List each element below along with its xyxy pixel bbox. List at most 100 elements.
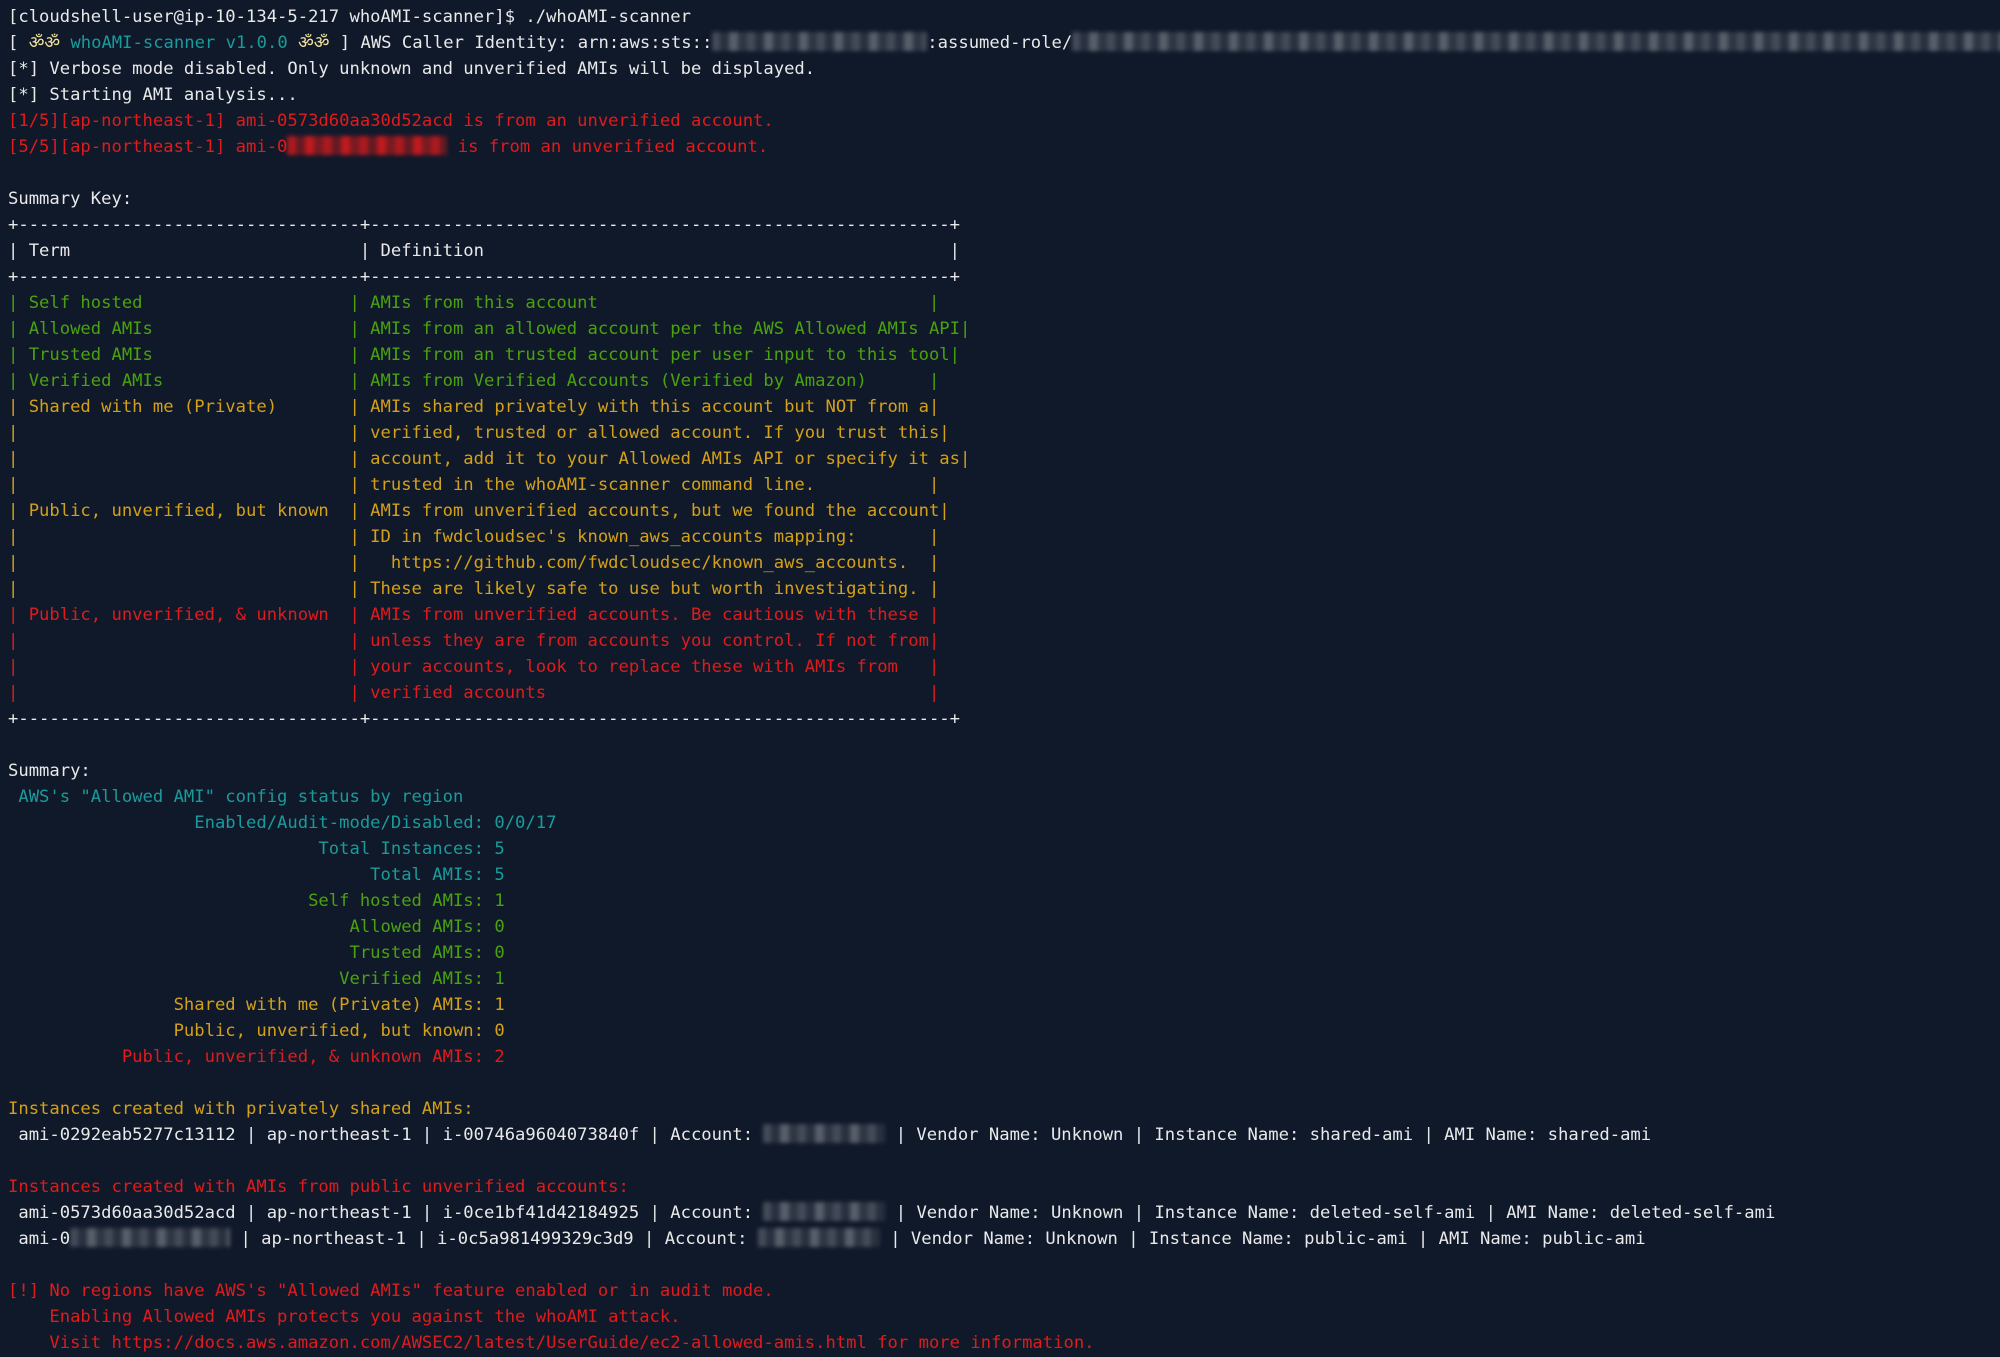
table-rule-bottom: +---------------------------------+-----… bbox=[8, 706, 2000, 732]
table-row: | | your accounts, look to replace these… bbox=[8, 657, 940, 677]
summary-heading: Summary: bbox=[8, 761, 91, 781]
table-row-6-1: | | unless they are from accounts you co… bbox=[8, 628, 2000, 654]
footer-warning-text: [!] No regions have AWS's "Allowed AMIs"… bbox=[8, 1281, 774, 1301]
summary-stat: Public, unverified, & unknown AMIs: 2 bbox=[8, 1047, 505, 1067]
summary-stat: Self hosted AMIs: 1 bbox=[8, 891, 505, 911]
redacted-value bbox=[712, 32, 928, 51]
table-row-4-0: | Shared with me (Private) | AMIs shared… bbox=[8, 394, 2000, 420]
banner-line: [ ॐॐ whoAMI-scanner v1.0.0 ॐॐ ] AWS Call… bbox=[8, 30, 2000, 56]
table-rule-top: +---------------------------------+-----… bbox=[8, 212, 2000, 238]
summary-stat: Total AMIs: 5 bbox=[8, 865, 505, 885]
redacted-value bbox=[757, 1228, 880, 1247]
table-row-5-1: | | ID in fwdcloudsec's known_aws_accoun… bbox=[8, 524, 2000, 550]
table-row-2-0: | Trusted AMIs | AMIs from an trusted ac… bbox=[8, 342, 2000, 368]
summary-stat: Shared with me (Private) AMIs: 1 bbox=[8, 995, 505, 1015]
instance-row-left: | ap-northeast-1 | i-0ce1bf41d42184925 |… bbox=[235, 1203, 764, 1223]
table-row-4-1: | | verified, trusted or allowed account… bbox=[8, 420, 2000, 446]
table-row: | | These are likely safe to use but wor… bbox=[8, 579, 940, 599]
table-rule: +---------------------------------+-----… bbox=[8, 267, 960, 287]
table-row: | | unless they are from accounts you co… bbox=[8, 631, 940, 651]
banner-bracket-open: [ bbox=[8, 33, 29, 53]
table-row-4-2: | | account, add it to your Allowed AMIs… bbox=[8, 446, 2000, 472]
summary-stat-7: Shared with me (Private) AMIs: 1 bbox=[8, 992, 2000, 1018]
table-row: | Public, unverified, & unknown | AMIs f… bbox=[8, 605, 940, 625]
table-row: | | ID in fwdcloudsec's known_aws_accoun… bbox=[8, 527, 940, 547]
table-row-6-2: | | your accounts, look to replace these… bbox=[8, 654, 2000, 680]
table-row: | | account, add it to your Allowed AMIs… bbox=[8, 449, 971, 469]
public-unverified-row-1: ami-0 | ap-northeast-1 | i-0c5a981499329… bbox=[8, 1226, 2000, 1252]
eyes-icon: ॐॐ bbox=[298, 33, 330, 53]
instance-row-right: | Vendor Name: Unknown | Instance Name: … bbox=[885, 1125, 1652, 1145]
shell-command: ./whoAMI-scanner bbox=[525, 7, 691, 27]
table-row: | | verified, trusted or allowed account… bbox=[8, 423, 950, 443]
instance-row-right: | Vendor Name: Unknown | Instance Name: … bbox=[879, 1229, 1646, 1249]
table-rule: +---------------------------------+-----… bbox=[8, 215, 960, 235]
summary-stat: Enabled/Audit-mode/Disabled: 0/0/17 bbox=[8, 813, 557, 833]
instance-row-right: | Vendor Name: Unknown | Instance Name: … bbox=[885, 1203, 1776, 1223]
footer-warning-1: Enabling Allowed AMIs protects you again… bbox=[8, 1304, 2000, 1330]
private-shared-row-0: ami-0292eab5277c13112 | ap-northeast-1 |… bbox=[8, 1122, 2000, 1148]
table-row-5-3: | | These are likely safe to use but wor… bbox=[8, 576, 2000, 602]
table-row: | Public, unverified, but known | AMIs f… bbox=[8, 501, 950, 521]
table-header: | Term | Definition | bbox=[8, 241, 960, 261]
summary-stat-1: Total Instances: 5 bbox=[8, 836, 2000, 862]
tool-name-version: whoAMI-scanner v1.0.0 bbox=[60, 33, 299, 53]
private-shared-heading: Instances created with privately shared … bbox=[8, 1096, 2000, 1122]
redacted-value bbox=[1072, 32, 2000, 51]
table-header-row: | Term | Definition | bbox=[8, 238, 2000, 264]
summary-stat-5: Trusted AMIs: 0 bbox=[8, 940, 2000, 966]
instance-row-left: ami-0292eab5277c13112 | ap-northeast-1 |… bbox=[8, 1125, 764, 1145]
table-row: | Verified AMIs | AMIs from Verified Acc… bbox=[8, 371, 940, 391]
footer-warning-2: Visit https://docs.aws.amazon.com/AWSEC2… bbox=[8, 1330, 2000, 1356]
instance-row-left: | ap-northeast-1 | i-0c5a981499329c3d9 |… bbox=[230, 1229, 758, 1249]
finding-prefix: [5/5][ap-northeast-1] ami-0 bbox=[8, 137, 288, 157]
redacted-value bbox=[763, 1202, 886, 1221]
summary-stat-0: Enabled/Audit-mode/Disabled: 0/0/17 bbox=[8, 810, 2000, 836]
footer-warning-text: Visit https://docs.aws.amazon.com/AWSEC2… bbox=[8, 1333, 1095, 1353]
status-line-0: [*] Verbose mode disabled. Only unknown … bbox=[8, 56, 2000, 82]
unverified-finding-1: [5/5][ap-northeast-1] ami-0 is from an u… bbox=[8, 134, 2000, 160]
table-row-3-0: | Verified AMIs | AMIs from Verified Acc… bbox=[8, 368, 2000, 394]
footer-warning-0: [!] No regions have AWS's "Allowed AMIs"… bbox=[8, 1278, 2000, 1304]
terminal-window: [cloudshell-user@ip-10-134-5-217 whoAMI-… bbox=[0, 0, 2000, 1357]
section-heading-private-shared: Instances created with privately shared … bbox=[8, 1099, 474, 1119]
public-unverified-heading: Instances created with AMIs from public … bbox=[8, 1174, 2000, 1200]
table-row: | Shared with me (Private) | AMIs shared… bbox=[8, 397, 940, 417]
banner-bracket-close: ] bbox=[329, 33, 361, 53]
config-status-line: AWS's "Allowed AMI" config status by reg… bbox=[8, 784, 2000, 810]
table-row: | Allowed AMIs | AMIs from an allowed ac… bbox=[8, 319, 971, 339]
table-row-0-0: | Self hosted | AMIs from this account | bbox=[8, 290, 2000, 316]
eyes-icon: ॐॐ bbox=[28, 33, 61, 53]
caller-identity-label: AWS Caller Identity: arn:aws:sts:: bbox=[360, 33, 713, 53]
summary-stat-9: Public, unverified, & unknown AMIs: 2 bbox=[8, 1044, 2000, 1070]
table-row-6-0: | Public, unverified, & unknown | AMIs f… bbox=[8, 602, 2000, 628]
table-rule-mid: +---------------------------------+-----… bbox=[8, 264, 2000, 290]
summary-stat: Verified AMIs: 1 bbox=[8, 969, 505, 989]
finding-suffix: is from an unverified account. bbox=[447, 137, 769, 157]
table-row-5-2: | | https://github.com/fwdcloudsec/known… bbox=[8, 550, 2000, 576]
summary-stat-2: Total AMIs: 5 bbox=[8, 862, 2000, 888]
finding-suffix: is from an unverified account. bbox=[452, 111, 774, 131]
table-row-5-0: | Public, unverified, but known | AMIs f… bbox=[8, 498, 2000, 524]
caller-identity-role: :assumed-role/ bbox=[927, 33, 1073, 53]
status-text: [*] Verbose mode disabled. Only unknown … bbox=[8, 59, 816, 79]
unverified-finding-0: [1/5][ap-northeast-1] ami-0573d60aa30d52… bbox=[8, 108, 2000, 134]
summary-stat-6: Verified AMIs: 1 bbox=[8, 966, 2000, 992]
config-status-title: AWS's "Allowed AMI" config status by reg… bbox=[8, 787, 464, 807]
finding-prefix: [1/5][ap-northeast-1] ami-0573d60aa30d52… bbox=[8, 111, 453, 131]
table-row: | Self hosted | AMIs from this account | bbox=[8, 293, 940, 313]
public-unverified-row-0: ami-0573d60aa30d52acd | ap-northeast-1 |… bbox=[8, 1200, 2000, 1226]
redacted-value bbox=[763, 1124, 886, 1143]
summary-stat: Total Instances: 5 bbox=[8, 839, 505, 859]
table-row: | | verified accounts | bbox=[8, 683, 940, 703]
footer-warning-text: Enabling Allowed AMIs protects you again… bbox=[8, 1307, 681, 1327]
summary-stat: Trusted AMIs: 0 bbox=[8, 943, 505, 963]
table-row-1-0: | Allowed AMIs | AMIs from an allowed ac… bbox=[8, 316, 2000, 342]
table-row-6-3: | | verified accounts | bbox=[8, 680, 2000, 706]
status-line-1: [*] Starting AMI analysis... bbox=[8, 82, 2000, 108]
